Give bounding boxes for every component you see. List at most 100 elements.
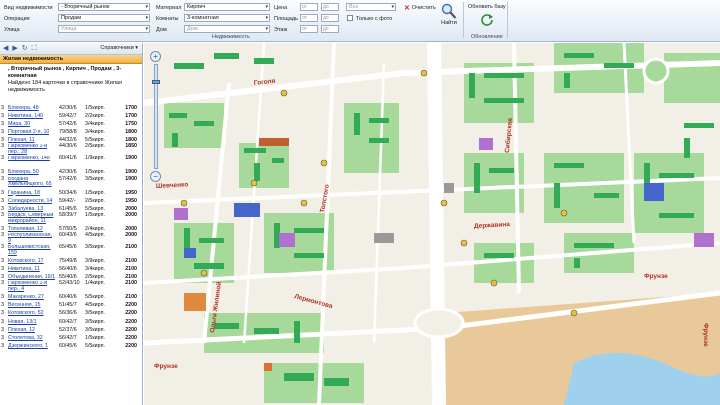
address-link[interactable]: Пархоменко 1-й пер., 28: [8, 144, 56, 156]
address-link[interactable]: Котовского, 17: [8, 257, 44, 265]
table-row[interactable]: 3 Весенняя, 15 51/45/7 4/5кирп. 2200: [0, 301, 142, 309]
back-arrow-icon[interactable]: ◀: [3, 45, 8, 53]
address-link[interactable]: Забалуева, 13: [8, 205, 43, 213]
floor-cell: 4/5кирп.: [85, 302, 105, 309]
table-row[interactable]: 3 Блюхера, 48 42/30/6 1/5кирп. 1700: [0, 104, 142, 112]
address-link[interactable]: Блюхера, 48: [8, 104, 39, 112]
table-row[interactable]: 3 Котовского, 52 56/36/6 3/5кирп. 2200: [0, 309, 142, 317]
address-link[interactable]: Пархоменко 1-й пер., 4: [8, 281, 56, 293]
spravochniki-dropdown[interactable]: Справочники ▾: [100, 45, 138, 51]
table-row[interactable]: 3 Большевистская, 159 65/45/6 3/5кирп. 2100: [0, 244, 142, 257]
price-cell: 2100: [125, 280, 137, 287]
area-cell: 60/43/6: [59, 231, 77, 238]
address-link[interactable]: Макаренко, 27: [8, 293, 44, 301]
floor-cell: 2/5кирп.: [85, 143, 105, 150]
tsena-to-input[interactable]: до: [321, 3, 339, 11]
table-row[interactable]: 3 Дзержинского, 1 60/45/6 5/5кирп. 2200: [0, 342, 142, 350]
address-link[interactable]: Большевистская, 159: [8, 245, 56, 257]
dom-input[interactable]: Дом ▾: [184, 25, 270, 33]
price-cell: 1800: [125, 129, 137, 136]
ploshad-to-input[interactable]: до: [321, 14, 339, 22]
table-row[interactable]: 3 Пархоменко 1-й пер., 4 52/43/10 1/4кирп. 2…: [0, 280, 142, 293]
address-link[interactable]: Блюхера, 50: [8, 168, 39, 176]
find-button[interactable]: Найти: [441, 3, 457, 26]
komnaty-combo[interactable]: 3-комнатная ▾: [184, 14, 270, 22]
table-row[interactable]: 3 Богдана Хмельницкого, 65 57/42/6 3/5кирп.…: [0, 175, 142, 189]
floor-cell: 1/5кирп.: [85, 334, 105, 341]
price-cell: 2200: [125, 318, 137, 325]
group-title-nedvizhimost: Недвижимость: [212, 34, 250, 40]
etazh-from-input[interactable]: от: [300, 25, 318, 33]
table-row[interactable]: 3 Новая, 13/1 60/42/7 3/5кирп. 2200: [0, 318, 142, 326]
vid-combo[interactable]: - Вторичный рынок ▾: [58, 3, 150, 11]
price-cell: 2100: [125, 257, 137, 264]
address-link[interactable]: Никитина, 140: [8, 112, 43, 120]
ploshad-from-input[interactable]: от: [300, 14, 318, 22]
table-row[interactable]: 3 Столетова, 32 56/42/7 1/5кирп. 2200: [0, 334, 142, 342]
refresh-icon[interactable]: ↻: [22, 45, 28, 53]
address-link[interactable]: Тополевая, 12: [8, 225, 43, 233]
address-link[interactable]: Весенняя, 15: [8, 301, 41, 309]
table-row[interactable]: 3 Гаранина, 18 50/34/6 1/5кирп. 1950: [0, 189, 142, 197]
map-canvas[interactable]: Гоголя Державина Ольги Жилиной Лермонтов…: [144, 43, 720, 405]
price-cell: 1700: [125, 113, 137, 120]
zoom-out-button[interactable]: −: [150, 171, 161, 182]
price-cell: 1850: [125, 143, 137, 150]
operatsiya-combo[interactable]: Продам ▾: [58, 14, 150, 22]
etazh-label: Этаж: [274, 26, 288, 33]
material-combo[interactable]: Кирпич ▾: [184, 3, 270, 11]
table-row[interactable]: 3 Плехая, 12 52/37/6 3/5кирп. 2200: [0, 326, 142, 334]
area-cell: 60/40/6: [59, 294, 77, 301]
tolko-foto-checkbox[interactable]: [347, 15, 353, 21]
table-row[interactable]: 3 Портовая 2-я, 10 79/58/8 3/4кирп. 1800: [0, 128, 142, 136]
address-link[interactable]: Плехая, 12: [8, 326, 35, 334]
city-map[interactable]: Гоголя Державина Ольги Жилиной Лермонтов…: [144, 43, 720, 405]
address-link[interactable]: Столетова, 32: [8, 334, 43, 342]
ulitsa-input[interactable]: Улица ▾: [58, 25, 150, 33]
address-link[interactable]: Солидарности, 14: [8, 197, 52, 205]
area-cell: 42/30/6: [59, 105, 77, 111]
address-link[interactable]: Республиканская, 9: [8, 233, 56, 245]
rooms-cell: 3: [1, 211, 4, 218]
tsena-label: Цена: [274, 4, 288, 11]
address-link[interactable]: Объединения, 19/1: [8, 273, 55, 281]
address-link[interactable]: Плехая, 11: [8, 136, 35, 144]
table-row[interactable]: 3 Солидарности, 14 59/42/- 2/5кирп. 1950: [0, 197, 142, 205]
area-cell: 51/45/7: [59, 302, 77, 309]
address-link[interactable]: Котовского, 52: [8, 309, 44, 317]
table-row[interactable]: 3 Никитина, 140 59/42/7 2/2кирп. 1700: [0, 112, 142, 120]
vse-combo[interactable]: Все ▾: [346, 3, 396, 11]
zoom-in-button[interactable]: +: [150, 51, 161, 62]
address-link[interactable]: Дзержинского, 1: [8, 342, 48, 350]
table-row[interactable]: 3 Никитина, 11 56/40/6 3/4кирп. 2100: [0, 265, 142, 273]
listings-table: 3 Блюхера, 48 42/30/6 1/5кирп. 1700 3 Никитина…: [0, 104, 142, 350]
address-link[interactable]: Бердск, Северный микрорайон, 11: [8, 213, 56, 225]
clear-button[interactable]: ✕ Очистить: [404, 4, 436, 12]
address-link[interactable]: Гаранина, 18: [8, 189, 40, 197]
update-base-button[interactable]: Обновить базу: [468, 4, 506, 26]
table-row[interactable]: 3 Пархоменко, 148 60/41/6 1/9кирп. 1900: [0, 156, 142, 168]
rooms-cell: 3: [1, 280, 4, 287]
floor-cell: 5/5кирп.: [85, 342, 105, 349]
address-link[interactable]: Никитина, 11: [8, 265, 40, 273]
address-link[interactable]: Мира, 30: [8, 120, 30, 128]
address-link[interactable]: Богдана Хмельницкого, 65: [8, 177, 56, 189]
forward-arrow-icon[interactable]: ▶: [12, 45, 17, 53]
table-row[interactable]: 3 Котовского, 17 75/49/8 3/9кирп. 2100: [0, 257, 142, 265]
zoom-slider[interactable]: [152, 64, 160, 169]
address-link[interactable]: Портовая 2-я, 10: [8, 128, 49, 136]
chevron-down-icon: ▾: [145, 26, 148, 32]
table-row[interactable]: 3 Мира, 30 57/42/6 3/4кирп. 1750: [0, 120, 142, 128]
table-row[interactable]: 3 Бердск, Северный микрорайон, 11 58/39/7 1…: [0, 211, 142, 225]
zoom-slider-handle[interactable]: [152, 80, 160, 84]
area-cell: 59/42/-: [59, 197, 76, 204]
price-cell: 1900: [125, 175, 137, 182]
table-row[interactable]: 3 Макаренко, 27 60/40/6 5/5кирп. 2100: [0, 293, 142, 301]
roundabout: [413, 307, 465, 339]
address-link[interactable]: Новая, 13/1: [8, 318, 37, 326]
etazh-to-input[interactable]: до: [321, 25, 339, 33]
area-cell: 75/49/8: [59, 257, 77, 264]
tsena-from-input[interactable]: от: [300, 3, 318, 11]
expand-icon[interactable]: ⛶: [32, 45, 37, 53]
address-link[interactable]: Пархоменко, 148: [8, 156, 56, 162]
